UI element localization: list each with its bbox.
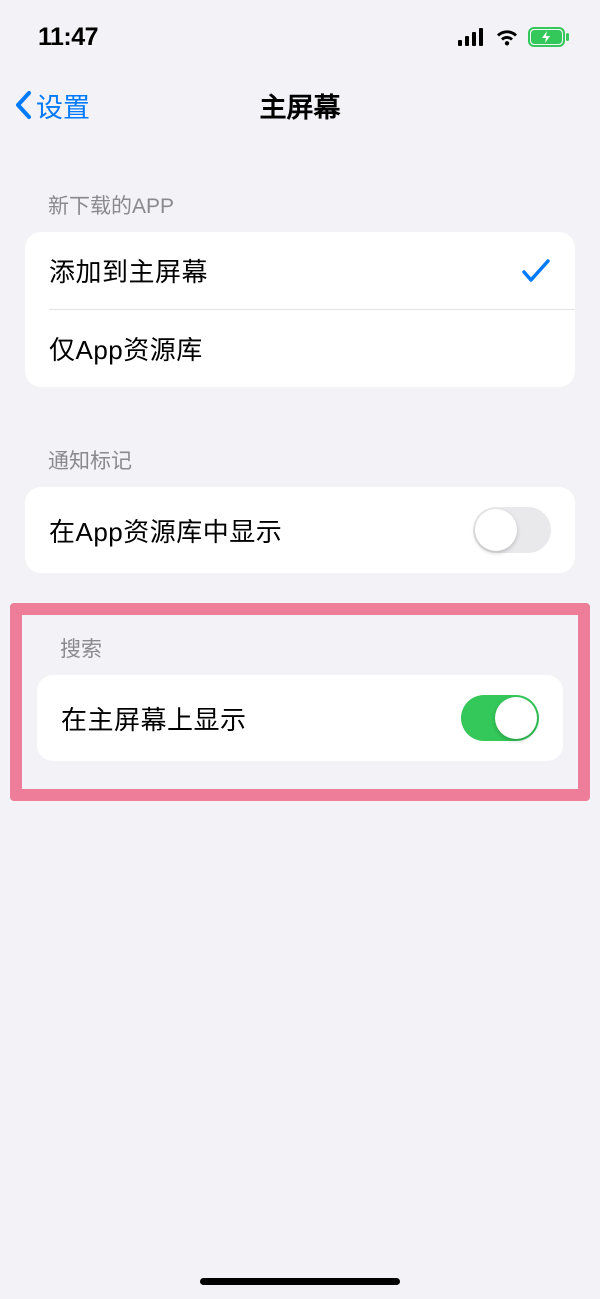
option-app-library-only[interactable]: 仅App资源库	[25, 310, 575, 387]
list-new-apps: 添加到主屏幕 仅App资源库	[25, 232, 575, 387]
back-button[interactable]: 设置	[14, 86, 90, 125]
section-header-search: 搜索	[22, 633, 578, 675]
battery-charging-icon	[528, 27, 570, 47]
option-add-to-home[interactable]: 添加到主屏幕	[25, 232, 575, 309]
page-title: 主屏幕	[260, 86, 341, 125]
highlight-annotation: 搜索 在主屏幕上显示	[10, 603, 590, 801]
back-label: 设置	[36, 86, 90, 125]
row-label: 在App资源库中显示	[49, 512, 282, 549]
row-label: 添加到主屏幕	[49, 252, 208, 289]
status-bar: 11:47	[0, 0, 600, 60]
row-show-on-home: 在主屏幕上显示	[37, 675, 563, 761]
section-header-new-apps: 新下载的APP	[0, 190, 600, 232]
list-search: 在主屏幕上显示	[37, 675, 563, 761]
wifi-icon	[494, 28, 520, 46]
cellular-icon	[458, 28, 486, 46]
navigation-bar: 设置 主屏幕	[0, 60, 600, 140]
toggle-show-in-library[interactable]	[473, 507, 551, 553]
row-label: 仅App资源库	[49, 330, 203, 367]
section-header-badges: 通知标记	[0, 445, 600, 487]
toggle-knob	[475, 509, 517, 551]
checkmark-icon	[521, 258, 551, 284]
row-label: 在主屏幕上显示	[61, 700, 247, 737]
status-indicators	[458, 27, 570, 47]
row-show-in-library: 在App资源库中显示	[25, 487, 575, 573]
content: 新下载的APP 添加到主屏幕 仅App资源库 通知标记 在App资源库中显示 搜…	[0, 140, 600, 801]
home-indicator[interactable]	[200, 1278, 400, 1285]
status-time: 11:47	[38, 23, 98, 52]
chevron-left-icon	[14, 90, 32, 120]
toggle-show-on-home[interactable]	[461, 695, 539, 741]
list-badges: 在App资源库中显示	[25, 487, 575, 573]
toggle-knob	[495, 697, 537, 739]
